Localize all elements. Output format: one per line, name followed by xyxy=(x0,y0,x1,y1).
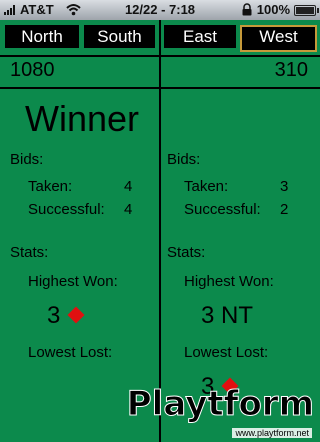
watermark-url: www.playtform.net xyxy=(232,428,312,438)
status-bar: AT&T 12/22 - 7:18 100% xyxy=(0,0,320,20)
right-score: 310 xyxy=(274,59,308,81)
right-bids-label: Bids: xyxy=(167,151,201,168)
team-button-south[interactable]: South xyxy=(84,25,155,48)
left-bids-label: Bids: xyxy=(10,151,44,168)
right-highest-won-label: Highest Won: xyxy=(184,273,274,290)
team-button-north[interactable]: North xyxy=(5,25,79,48)
left-taken-value: 4 xyxy=(124,178,133,195)
right-taken-label: Taken: xyxy=(184,178,229,195)
left-successful-label: Successful: xyxy=(28,201,105,218)
playtform-watermark: Playtform www.playtform.net xyxy=(126,380,320,442)
left-highest-won-label: Highest Won: xyxy=(28,273,118,290)
winner-label: Winner xyxy=(25,98,140,139)
battery-icon xyxy=(294,5,319,16)
diamond-suit-icon xyxy=(67,306,85,324)
right-lowest-lost-label: Lowest Lost: xyxy=(184,344,269,361)
team-button-west[interactable]: West xyxy=(240,25,317,52)
left-stats-label: Stats: xyxy=(10,244,49,261)
team-button-east[interactable]: East xyxy=(164,25,236,48)
right-taken-value: 3 xyxy=(280,178,289,195)
score-row: 1080 310 xyxy=(0,57,320,89)
watermark-brand: Playtform xyxy=(126,384,314,425)
left-score: 1080 xyxy=(10,59,55,81)
left-highest-won-value: 3 xyxy=(47,302,85,330)
battery-percent: 100% xyxy=(256,2,290,17)
left-lowest-lost-label: Lowest Lost: xyxy=(28,344,113,361)
right-stats-label: Stats: xyxy=(167,244,206,261)
left-taken-label: Taken: xyxy=(28,178,73,195)
right-successful-label: Successful: xyxy=(184,201,261,218)
right-successful-value: 2 xyxy=(280,201,289,218)
left-successful-value: 4 xyxy=(124,201,133,218)
lock-icon xyxy=(242,3,252,16)
right-highest-won-value: 3 NT xyxy=(201,302,254,329)
